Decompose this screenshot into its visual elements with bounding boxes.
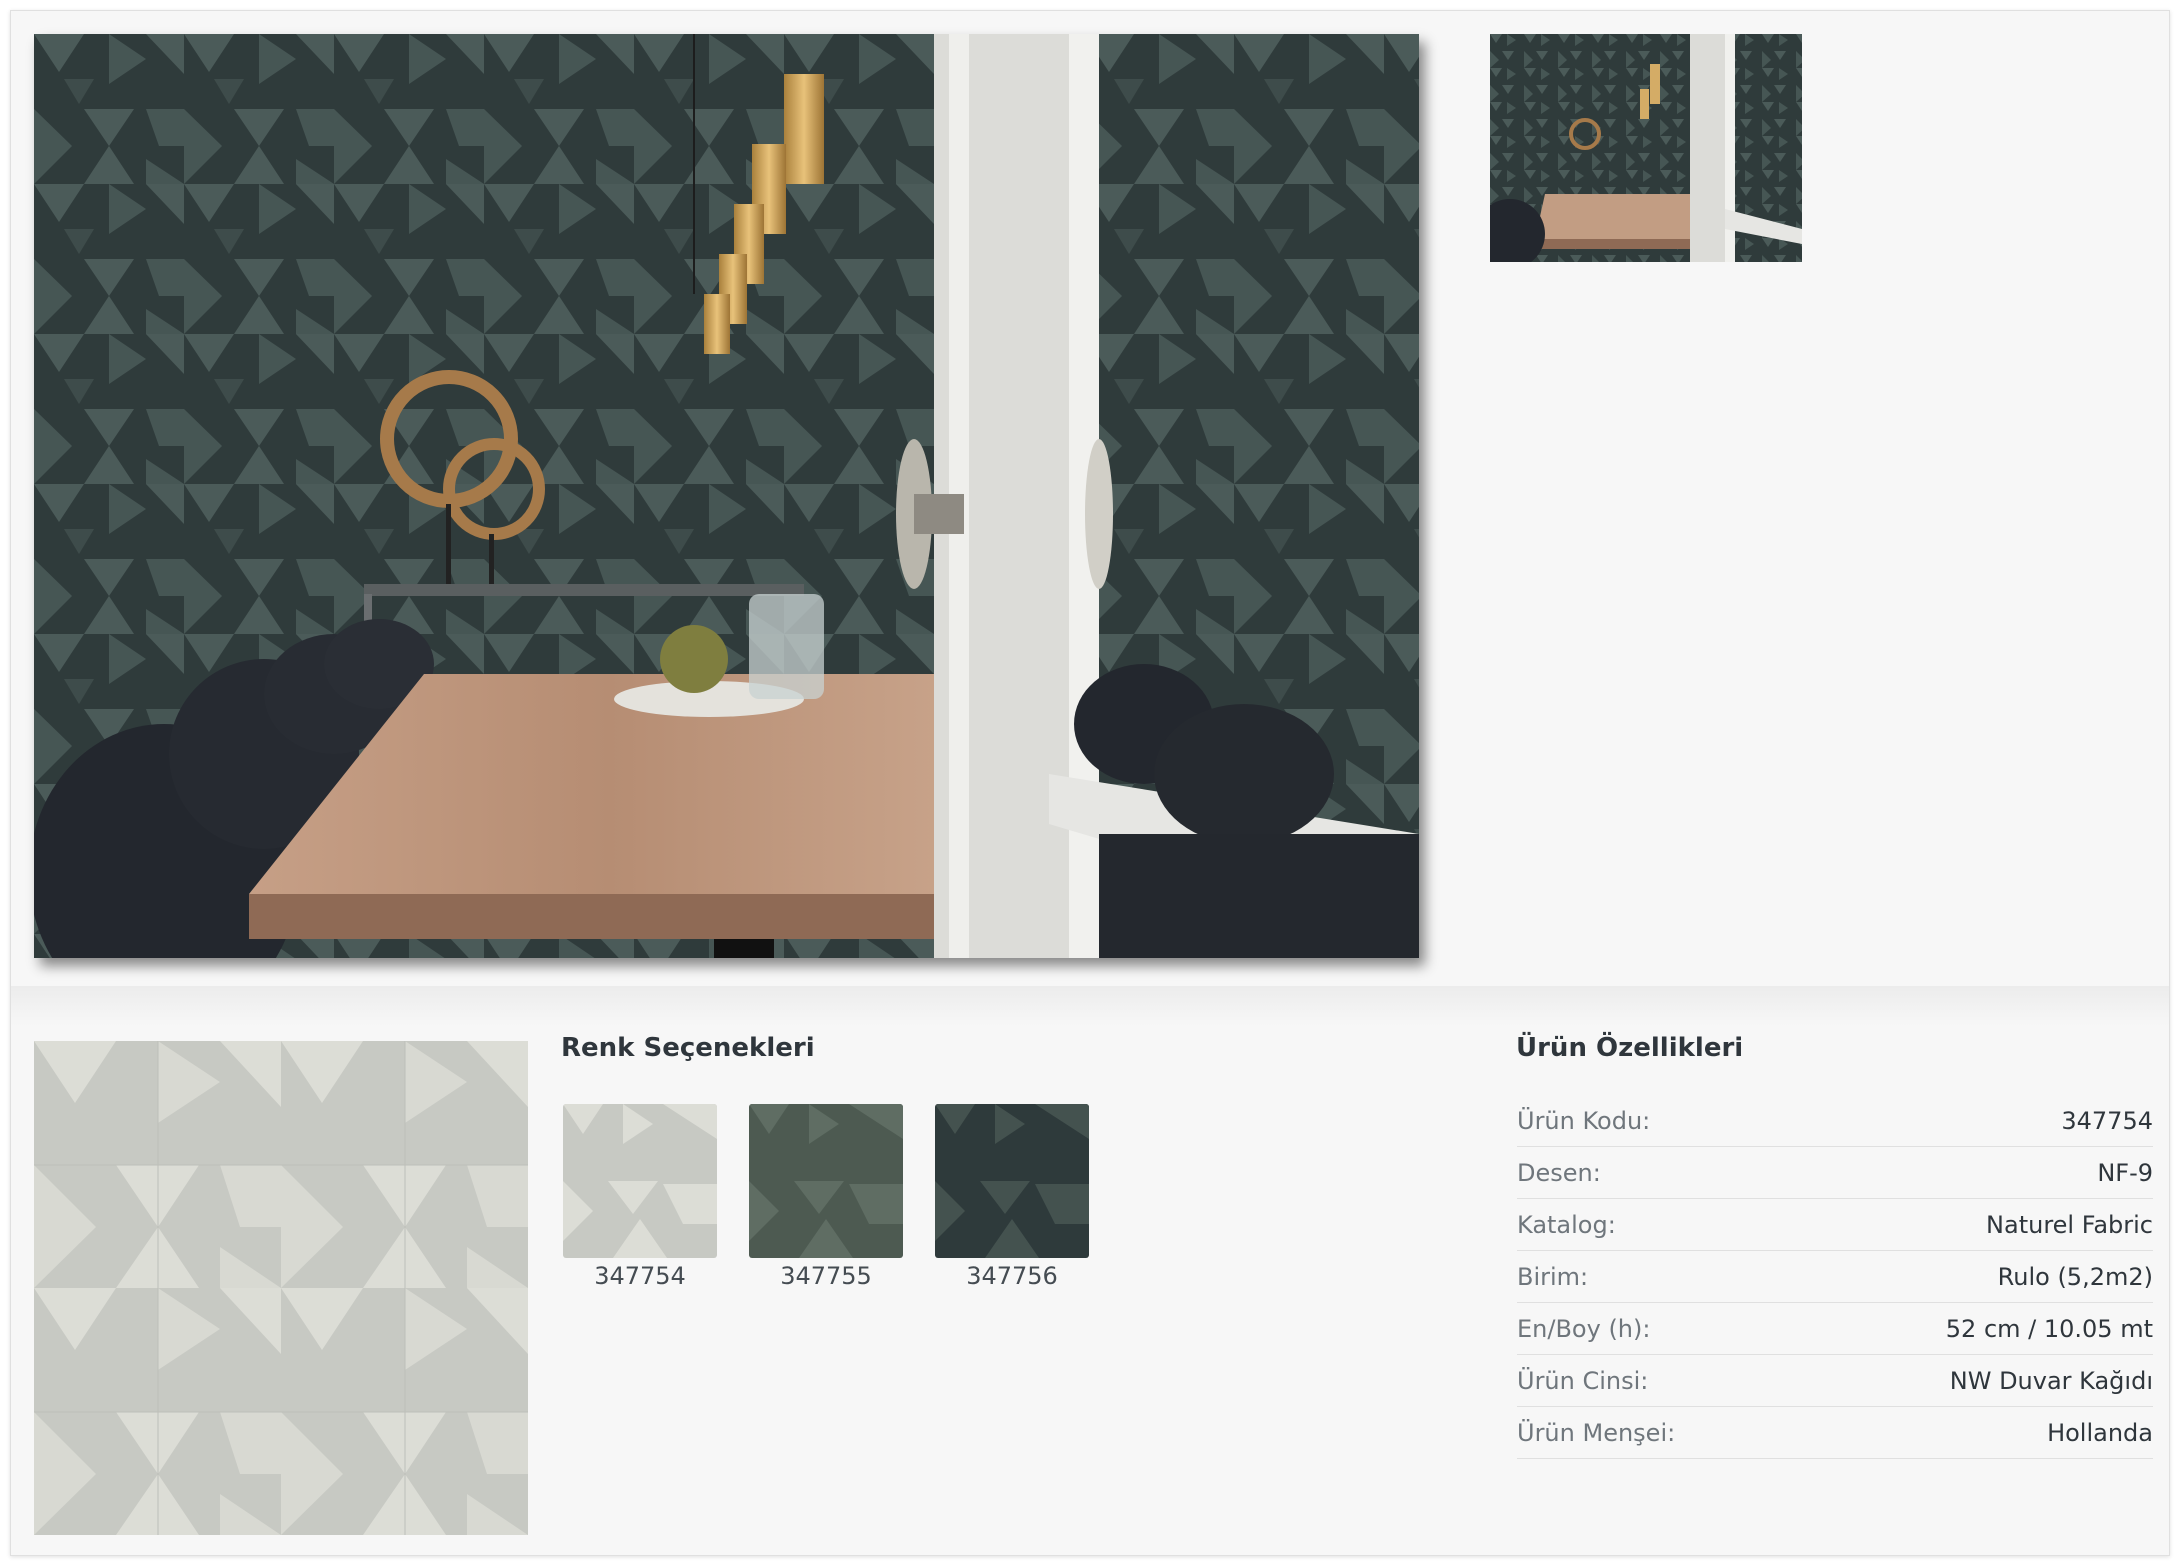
color-option-347755[interactable]: 347755 [749,1104,903,1290]
color-option-code: 347756 [966,1262,1058,1290]
feature-label: En/Boy (h): [1517,1314,1651,1343]
swatch-pattern [935,1104,1089,1258]
feature-label: Desen: [1517,1158,1601,1187]
color-option-code: 347755 [780,1262,872,1290]
feature-label: Katalog: [1517,1210,1616,1239]
feature-label: Ürün Kodu: [1517,1106,1651,1135]
selected-pattern-preview[interactable] [34,1041,528,1535]
feature-value: Rulo (5,2m2) [1997,1262,2153,1291]
thumbnail-illustration [1490,34,1802,262]
color-swatch[interactable] [935,1104,1089,1258]
feature-value: 52 cm / 10.05 mt [1945,1314,2153,1343]
product-detail-panel: Renk Seçenekleri 347754 347755 347756 Ür… [10,10,2170,1556]
feature-value: Naturel Fabric [1986,1210,2153,1239]
gallery-thumbnail[interactable] [1490,34,1802,262]
feature-value: Hollanda [2047,1418,2153,1447]
feature-value: NW Duvar Kağıdı [1949,1366,2153,1395]
color-option-code: 347754 [594,1262,686,1290]
feature-row-product-code: Ürün Kodu: 347754 [1517,1095,2153,1147]
feature-label: Birim: [1517,1262,1589,1291]
product-features-title: Ürün Özellikleri [1516,1033,1744,1063]
feature-label: Ürün Cinsi: [1517,1366,1649,1395]
feature-row-pattern: Desen: NF-9 [1517,1147,2153,1199]
feature-row-origin: Ürün Menşei: Hollanda [1517,1407,2153,1459]
swatch-pattern [563,1104,717,1258]
color-options-list: 347754 347755 347756 [563,1104,1089,1290]
room-scene-illustration [34,34,1419,958]
feature-row-dimensions: En/Boy (h): 52 cm / 10.05 mt [1517,1303,2153,1355]
color-option-347754[interactable]: 347754 [563,1104,717,1290]
swatch-pattern [749,1104,903,1258]
feature-value: 347754 [2061,1106,2153,1135]
section-divider [11,986,2169,1026]
feature-row-unit: Birim: Rulo (5,2m2) [1517,1251,2153,1303]
color-swatch[interactable] [749,1104,903,1258]
feature-label: Ürün Menşei: [1517,1418,1676,1447]
feature-row-type: Ürün Cinsi: NW Duvar Kağıdı [1517,1355,2153,1407]
feature-value: NF-9 [2097,1158,2153,1187]
color-option-347756[interactable]: 347756 [935,1104,1089,1290]
light-geometric-pattern [34,1041,528,1535]
color-swatch[interactable] [563,1104,717,1258]
product-features-table: Ürün Kodu: 347754 Desen: NF-9 Katalog: N… [1517,1095,2153,1459]
color-options-title: Renk Seçenekleri [561,1033,815,1063]
main-product-image[interactable] [34,34,1419,958]
feature-row-catalog: Katalog: Naturel Fabric [1517,1199,2153,1251]
